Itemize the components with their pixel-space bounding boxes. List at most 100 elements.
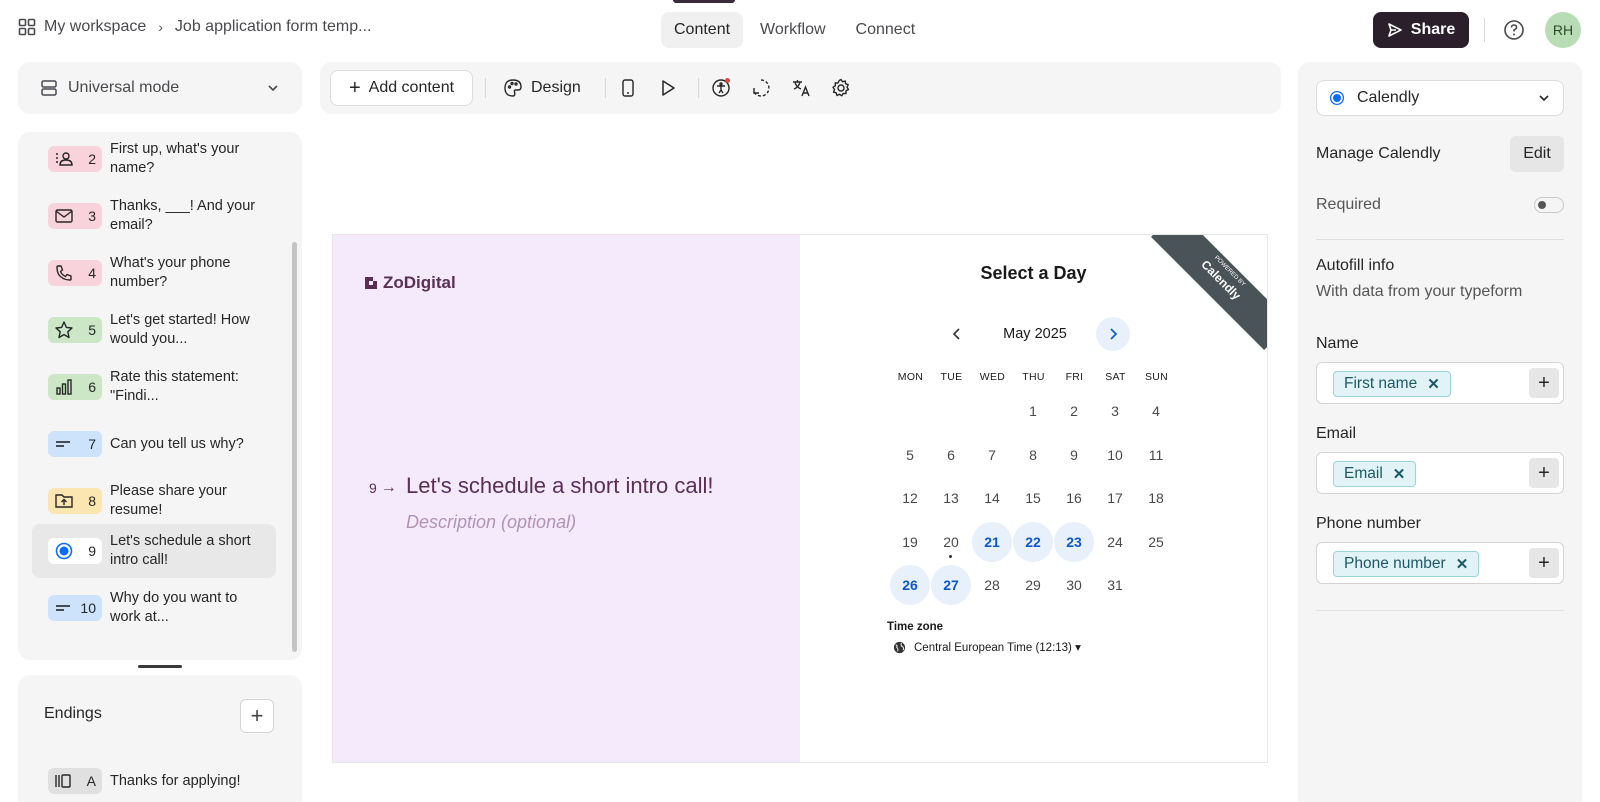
translate-icon[interactable] <box>791 78 811 98</box>
question-text: First up, what's your name? <box>110 141 240 176</box>
calendar-day-available[interactable]: 27 <box>931 565 971 605</box>
calendar-day: 11 <box>1148 446 1164 463</box>
question-text: What's your phone number? <box>110 255 231 290</box>
remove-chip-icon[interactable]: ✕ <box>1456 555 1469 573</box>
endings-panel: Endings + A Thanks for applying! <box>18 675 302 802</box>
layers-icon <box>41 80 57 96</box>
list-item[interactable]: 7 Can you tell us why? <box>32 417 276 471</box>
prev-month-button[interactable] <box>940 317 974 351</box>
calendar-title: Select a Day <box>980 263 1087 283</box>
email-icon <box>55 209 73 223</box>
design-button[interactable]: Design <box>503 70 581 106</box>
list-item[interactable]: 4 What's your phone number? <box>32 246 276 300</box>
breadcrumb-form-name[interactable]: Job application form temp... <box>175 18 372 36</box>
chip-label: Phone number <box>1344 555 1446 572</box>
add-field-button[interactable]: + <box>1529 548 1559 578</box>
file-upload-icon <box>55 494 73 508</box>
ending-badge: A <box>48 768 102 794</box>
list-item[interactable]: 3 Thanks, ___! And your email? <box>32 189 276 243</box>
next-month-button[interactable] <box>1096 317 1130 351</box>
list-item[interactable]: 2 First up, what's your name? <box>32 132 276 186</box>
workspace-grid-icon[interactable] <box>18 18 36 36</box>
weekday-label: MON <box>897 371 924 383</box>
question-number: 4 <box>88 265 96 281</box>
question-title[interactable]: Let's schedule a short intro call! <box>406 473 713 499</box>
mobile-preview-icon[interactable] <box>618 78 638 98</box>
question-number: 2 <box>88 151 96 167</box>
settings-icon[interactable] <box>831 78 851 98</box>
brand-logo: ZoDigital <box>363 273 456 293</box>
field-chip: First name ✕ <box>1333 371 1451 397</box>
question-type-select[interactable]: Calendly <box>1316 80 1564 116</box>
breadcrumb-workspace[interactable]: My workspace <box>44 18 146 36</box>
accessibility-icon[interactable] <box>711 78 731 98</box>
list-item[interactable]: 5 Let's get started! How would you... <box>32 303 276 357</box>
avatar[interactable]: RH <box>1545 12 1581 48</box>
calendar-day: 7 <box>988 446 996 463</box>
remove-chip-icon[interactable]: ✕ <box>1427 375 1440 393</box>
description-input[interactable]: Description (optional) <box>406 512 576 533</box>
question-type-label: Calendly <box>1357 89 1420 106</box>
toggle-knob <box>1538 201 1546 209</box>
add-field-button[interactable]: + <box>1529 458 1559 488</box>
tab-connect[interactable]: Connect <box>843 12 929 48</box>
section-divider <box>1316 610 1564 611</box>
endings-title: Endings <box>44 705 102 722</box>
calendar-day-available[interactable]: 21 <box>972 521 1012 562</box>
list-item[interactable]: 6 Rate this statement: "Findi... <box>32 360 276 414</box>
add-ending-button[interactable]: + <box>240 699 274 733</box>
list-item[interactable]: 10 Why do you want to work at... <box>32 581 276 635</box>
panel-resize-handle[interactable] <box>138 665 182 668</box>
question-list-scrollbar[interactable] <box>292 242 297 652</box>
weekday-label: SUN <box>1144 371 1169 383</box>
breadcrumb: My workspace › Job application form temp… <box>18 18 371 36</box>
calendar-day: 3 <box>1111 403 1119 419</box>
calendar-day-available[interactable]: 23 <box>1054 521 1094 562</box>
ending-icon <box>55 774 71 788</box>
email-field[interactable]: Email ✕ + <box>1316 452 1564 494</box>
tab-workflow[interactable]: Workflow <box>747 12 839 48</box>
add-content-button[interactable]: + Add content <box>330 70 473 106</box>
calendly-icon <box>1329 90 1345 106</box>
tab-content[interactable]: Content <box>661 12 744 48</box>
play-icon[interactable] <box>658 78 678 98</box>
remove-chip-icon[interactable]: ✕ <box>1393 465 1406 483</box>
design-label: Design <box>531 79 581 96</box>
chevron-down-icon <box>268 85 278 92</box>
calendar-day: 14 <box>984 490 1000 506</box>
edit-calendly-button[interactable]: Edit <box>1510 136 1564 172</box>
question-badge: 10 <box>48 595 102 621</box>
autofill-subtitle: With data from your typeform <box>1316 283 1523 300</box>
ending-item[interactable]: A Thanks for applying! <box>48 768 241 794</box>
toolbar-divider <box>605 78 606 98</box>
question-badge: 2 <box>48 146 102 172</box>
month-label: May 2025 <box>1003 326 1067 342</box>
question-text: Please share your resume! <box>110 483 227 518</box>
send-icon <box>1387 23 1402 37</box>
list-item[interactable]: 8 Please share your resume! <box>32 474 276 528</box>
phone-icon <box>56 265 72 281</box>
name-field[interactable]: First name ✕ + <box>1316 362 1564 404</box>
question-badge: 8 <box>48 488 102 514</box>
question-text: Let's get started! How would you... <box>110 312 250 347</box>
question-text: Why do you want to work at... <box>110 590 238 625</box>
star-icon <box>55 321 73 339</box>
share-button[interactable]: Share <box>1373 12 1469 48</box>
share-label: Share <box>1410 21 1456 38</box>
mode-selector[interactable]: Universal mode <box>18 62 302 114</box>
list-item-selected[interactable]: 9 Let's schedule a short intro call! <box>32 524 276 578</box>
calendar-day: 20 <box>931 522 971 562</box>
help-icon[interactable] <box>1503 19 1525 41</box>
add-field-button[interactable]: + <box>1529 368 1559 398</box>
question-text: Rate this statement: "Findi... <box>110 369 239 404</box>
calendar-day: 8 <box>1029 446 1037 463</box>
logic-icon[interactable] <box>751 78 771 98</box>
required-toggle[interactable] <box>1534 197 1564 213</box>
field-chip: Phone number ✕ <box>1333 551 1480 577</box>
long-text-icon <box>56 441 70 447</box>
calendar-day-available[interactable]: 26 <box>890 565 930 605</box>
timezone-selector[interactable]: Central European Time (12:13) ▾ <box>893 640 1081 654</box>
phone-field[interactable]: Phone number ✕ + <box>1316 542 1564 584</box>
add-content-label: Add content <box>368 79 455 96</box>
calendar-day-available[interactable]: 22 <box>1013 521 1053 562</box>
